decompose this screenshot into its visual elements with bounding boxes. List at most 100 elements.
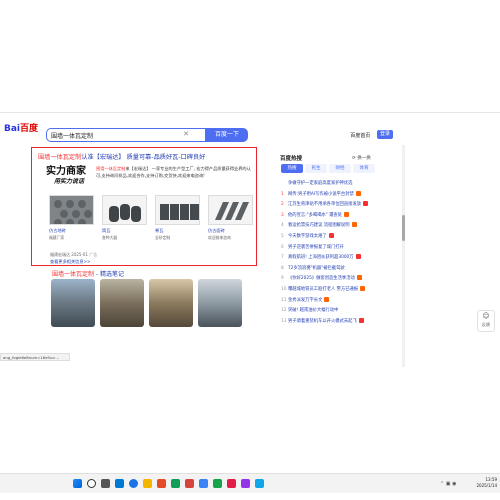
hot-item-text: 他的宣言:"多喝喝水" 遭查处 [288,212,343,218]
login-button[interactable]: 登录 [377,130,393,139]
wps-icon[interactable] [227,479,236,488]
ad-source: 福建宏瑞达 2025-01 [50,252,88,257]
refresh-link[interactable]: ⟳ 换一换 [352,155,371,161]
tab-livelihood[interactable]: 民生 [305,164,327,173]
product-sub: 欢迎前来咨询 [208,235,231,240]
search-input[interactable] [51,130,179,141]
product-tile[interactable]: 仿古地砖 福建厂家 [49,195,94,241]
hot-item-rank: 1 [281,191,284,197]
tube-tile-icon [109,204,141,222]
task-view-icon[interactable] [101,479,110,488]
logo-text: Bai [4,124,21,134]
ad-brand-image[interactable]: 实力商家 用实力说话 [46,166,94,191]
note-photo[interactable] [198,279,242,327]
browser-icon[interactable] [129,479,138,488]
app3-icon[interactable] [199,479,208,488]
ad-title-link[interactable]: 围墙一体瓦定制认准【宏瑞达】 质量可靠-品质好瓦-口碑良好 [38,152,205,161]
hot-search-item[interactable]: 7 真假航班! 上海团伙获利超3000万 [281,254,396,262]
product-name: 仿古地砖 [49,228,66,233]
result-title-link[interactable]: 围墙一体瓦定制 - 精选笔记 [52,269,124,278]
scroll-thumb[interactable] [402,215,405,241]
product-name: 仿古面砖 [208,228,225,233]
app-icon[interactable] [115,479,124,488]
hot-item-text: 真假航班! 上海团伙获利超3000万 [288,255,354,261]
clock[interactable]: 13:59 2025/1/14 [476,477,497,489]
hot-search-item[interactable]: 争做守护一定家庭高度家护神优选 [281,180,396,188]
note-photo[interactable] [51,279,95,327]
app5-icon[interactable] [241,479,250,488]
hot-item-rank: 5 [281,234,284,239]
hot-item-text: 争做守护一定家庭高度家护神优选 [288,181,353,186]
wechat-icon[interactable] [171,479,180,488]
hot-item-rank: 12 [281,308,287,314]
app4-icon[interactable] [213,479,222,488]
refresh-label: 换一换 [357,156,371,161]
page-scrollbar[interactable] [402,145,405,367]
hot-search-item[interactable]: 11 金秀派发万字长文 [281,296,396,305]
tray-icons[interactable]: ⌃ ▣ ◉ [440,481,456,487]
hot-item-text: 今天数字游戏太难了 [288,234,327,239]
hot-item-rank: 10 [281,287,287,292]
clock-date: 2025/1/14 [476,483,497,488]
clear-icon[interactable]: ✕ [183,130,189,138]
hot-item-rank: 7 [281,255,284,261]
ad-description: 围墙一体瓦定制来【宏瑞达】 一家专业的生产型工厂, 宏力得产品质量获得业界的认可… [96,166,251,179]
windows-start-icon[interactable] [73,479,82,488]
feedback-label: 反馈 [482,322,490,327]
home-link[interactable]: 百度首页 [350,133,370,139]
ad-logo-line1: 实力商家 [46,166,86,177]
ad-result: 围墙一体瓦定制认准【宏瑞达】 质量可靠-品质好瓦-口碑良好 实力商家 用实力说话… [31,147,257,266]
ad-logo-line2: 用实力说话 [54,178,85,185]
search-taskbar-icon[interactable] [87,479,96,488]
hot-item-text: 72岁流浪婆"机器"被拦截驾驶 [288,265,345,271]
feedback-button[interactable]: ☺ 反馈 [477,310,495,332]
product-sub: 各种大器 [102,235,118,240]
baidu-logo[interactable]: Bai百度 [4,121,38,134]
hot-search-item[interactable]: 3 他的宣言:"多喝喝水" 遭查处 [281,211,396,220]
screen: Bai百度 ✕ 百度一下 百度首页 设置 登录 围墙一体瓦定制认准【宏瑞达】 质… [0,0,500,500]
ad-title-rest: 认准【宏瑞达】 质量可靠-品质好瓦-口碑良好 [81,154,206,161]
search-button[interactable]: 百度一下 [206,128,248,142]
hot-item-rank: 8 [281,265,284,271]
tab-sports[interactable]: 体育 [353,164,375,173]
hot-badge-icon [356,275,362,281]
hot-badge-icon [324,296,330,302]
chrome-icon[interactable] [157,479,166,488]
hot-search-item[interactable]: 5 今天数字游戏太难了 [281,233,396,241]
hot-search-item[interactable]: 13 男子骑着重装机车以开火模式去起飞 [281,317,396,326]
hot-item-text: 网传:男子用AI写作被小说平台封禁 [288,191,354,197]
windows-taskbar: ⌃ ▣ ◉ 13:59 2025/1/14 [0,473,500,493]
tab-finance[interactable]: 财经 [329,164,351,173]
product-image [102,195,147,225]
product-tile[interactable]: 脊瓦 全砂定制 [155,195,200,241]
hot-search-item[interactable]: 6 男子逆袭苦拼报复了城门打开 [281,244,396,252]
hot-item-text: 江苏生育津贴不用承各单位回直接发放 [288,202,362,208]
hot-search-item[interactable]: 12 突破! 越南油价大幅行动中 [281,307,396,315]
hot-search-item[interactable]: 9 《你好2025》做客创造生活季活动 [281,275,396,283]
new-badge-icon [355,254,361,260]
ridge-tile-icon [160,204,199,220]
face-brick-icon [215,202,249,220]
note-photo[interactable] [100,279,144,327]
hot-search-item[interactable]: 8 72岁流浪婆"机器"被拦截驾驶 [281,265,396,273]
folder-icon[interactable] [143,479,152,488]
app2-icon[interactable] [185,479,194,488]
app6-icon[interactable] [255,479,264,488]
hot-item-text: 男子逆袭苦拼报复了城门打开 [288,244,344,250]
product-tile[interactable]: 筒瓦 各种大器 [102,195,147,241]
feedback-icon: ☺ [482,312,490,320]
new-badge-icon [358,317,364,323]
search-box: ✕ [46,128,206,142]
tab-hot[interactable]: 热搜 [281,164,303,173]
ad-more-link[interactable]: 查看更多相关信息>> [50,259,91,265]
hot-search-item[interactable]: 10 曝越城地铁员工殴打老人 警方已通报 [281,286,396,294]
product-name: 筒瓦 [102,228,111,233]
hot-item-text: 金秀派发万字长文 [288,297,323,303]
note-photo[interactable] [149,279,193,327]
product-image [155,195,200,225]
hot-search-item[interactable]: 1 网传:男子用AI写作被小说平台封禁 [281,190,396,199]
hot-search-item[interactable]: 4 春运抢票技巧建议 流程图解说明 [281,222,396,230]
hot-badge-icon [360,286,366,291]
hot-search-item[interactable]: 2 江苏生育津贴不用承各单位回直接发放 [281,201,396,209]
product-tile[interactable]: 仿古面砖 欢迎前来咨询 [208,195,253,241]
